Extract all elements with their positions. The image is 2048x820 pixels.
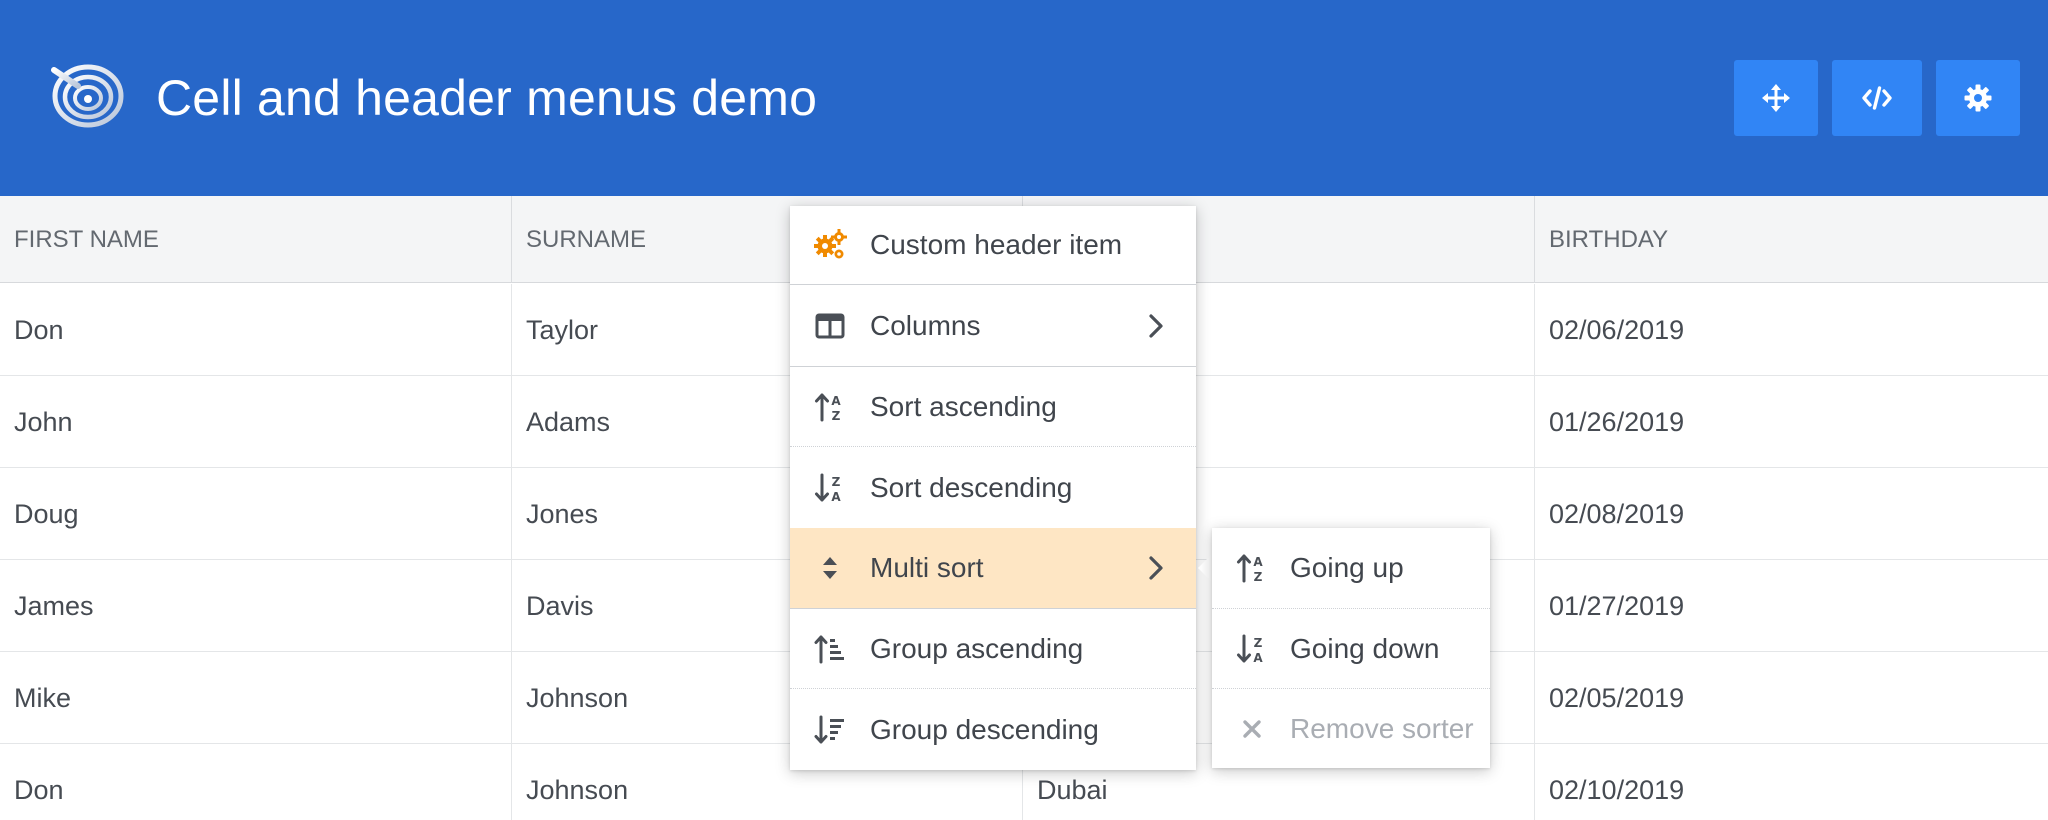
gear-icon <box>1964 84 1992 112</box>
logo-icon <box>51 64 124 128</box>
menu-item-label: Multi sort <box>870 552 984 583</box>
svg-text:A: A <box>1253 555 1263 569</box>
menu-item-label: Remove sorter <box>1290 712 1474 744</box>
column-header-birthday[interactable]: Birthday <box>1535 196 2048 283</box>
cell-first-name[interactable]: Mike <box>0 652 512 744</box>
cell-birthday[interactable]: 02/06/2019 <box>1535 284 2048 376</box>
sort-desc-icon: Z A <box>812 470 848 506</box>
svg-text:A: A <box>831 490 841 504</box>
menu-item-columns[interactable]: Columns <box>790 284 1196 366</box>
menu-item-multi-sort[interactable]: Multi sort <box>790 528 1196 608</box>
cell-first-name[interactable]: Don <box>0 284 512 376</box>
svg-text:Z: Z <box>832 409 841 423</box>
cell-birthday[interactable]: 02/10/2019 <box>1535 744 2048 820</box>
svg-text:Z: Z <box>1254 636 1263 650</box>
cell-birthday[interactable]: 01/27/2019 <box>1535 560 2048 652</box>
cell-first-name[interactable]: Don <box>0 744 512 820</box>
svg-text:Z: Z <box>1254 570 1263 584</box>
multi-sort-icon <box>812 550 848 586</box>
move-button[interactable] <box>1734 60 1818 136</box>
submenu-item-going-down[interactable]: Z A Going down <box>1212 608 1490 688</box>
menu-item-label: Going up <box>1290 552 1404 583</box>
column-header-first-name[interactable]: First name <box>0 196 512 283</box>
code-icon <box>1862 86 1892 110</box>
svg-text:Z: Z <box>832 475 841 489</box>
svg-text:A: A <box>831 394 841 408</box>
sort-asc-icon: A Z <box>1234 550 1270 586</box>
sort-desc-icon: Z A <box>1234 631 1270 667</box>
menu-item-sort-ascending[interactable]: A Z Sort ascending <box>790 366 1196 446</box>
multi-sort-submenu: A Z Going up Z A Going down Remove sorte… <box>1212 528 1490 768</box>
menu-item-label: Sort ascending <box>870 390 1057 422</box>
svg-text:A: A <box>1253 651 1263 665</box>
header-context-menu: Custom header item Columns A Z Sort asce… <box>790 206 1196 770</box>
cell-first-name[interactable]: John <box>0 376 512 468</box>
code-button[interactable] <box>1832 60 1922 136</box>
menu-item-label: Custom header item <box>870 229 1123 260</box>
submenu-pointer <box>1198 554 1212 582</box>
menu-item-group-descending[interactable]: Group descending <box>790 688 1196 770</box>
chevron-right-icon <box>1149 313 1163 338</box>
submenu-item-remove-sorter[interactable]: Remove sorter <box>1212 688 1490 768</box>
menu-item-group-ascending[interactable]: Group ascending <box>790 608 1196 688</box>
cell-first-name[interactable]: James <box>0 560 512 652</box>
menu-item-label: Columns <box>870 309 981 341</box>
menu-item-custom-header[interactable]: Custom header item <box>790 206 1196 284</box>
settings-button[interactable] <box>1936 60 2020 136</box>
move-arrows-icon <box>1762 84 1790 112</box>
menu-item-label: Sort descending <box>870 471 1073 503</box>
close-icon <box>1234 711 1270 747</box>
menu-item-label: Going down <box>1290 632 1440 664</box>
group-desc-icon <box>812 712 848 748</box>
gears-icon <box>812 227 848 263</box>
submenu-item-going-up[interactable]: A Z Going up <box>1212 528 1490 608</box>
page-title: Cell and header menus demo <box>156 70 818 126</box>
cell-birthday[interactable]: 02/05/2019 <box>1535 652 2048 744</box>
group-asc-icon <box>812 631 848 667</box>
menu-item-sort-descending[interactable]: Z A Sort descending <box>790 446 1196 528</box>
cell-birthday[interactable]: 01/26/2019 <box>1535 376 2048 468</box>
cell-first-name[interactable]: Doug <box>0 468 512 560</box>
sort-asc-icon: A Z <box>812 389 848 425</box>
menu-item-label: Group descending <box>870 713 1099 745</box>
menu-item-label: Group ascending <box>870 632 1084 664</box>
app-header: Cell and header menus demo <box>0 0 2048 196</box>
chevron-right-icon <box>1149 556 1163 580</box>
cell-birthday[interactable]: 02/08/2019 <box>1535 468 2048 560</box>
columns-icon <box>812 308 848 344</box>
